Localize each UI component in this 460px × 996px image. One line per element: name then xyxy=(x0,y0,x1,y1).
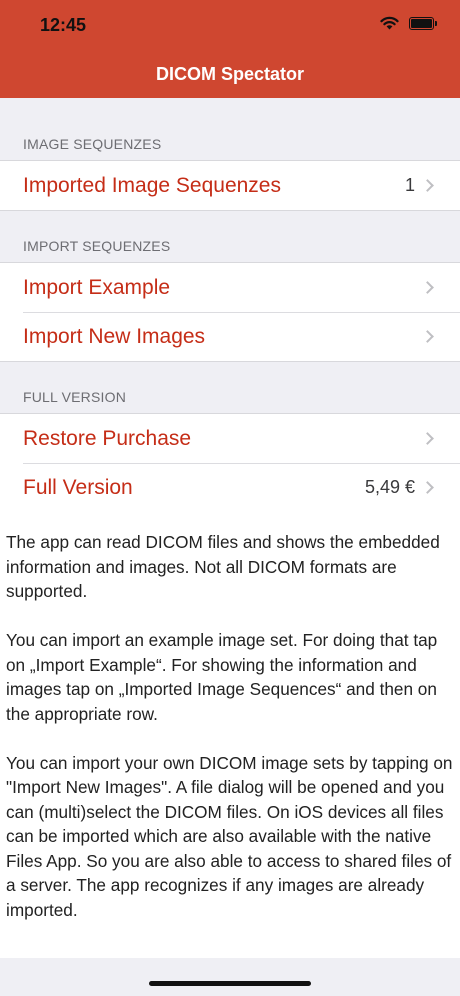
page-title: DICOM Spectator xyxy=(155,64,305,84)
chevron-right-icon xyxy=(421,281,434,294)
import-sequenzes-group: Import Example Import New Images xyxy=(0,262,460,362)
chevron-right-icon xyxy=(421,179,434,192)
chevron-right-icon xyxy=(421,481,434,494)
import-new-images-row[interactable]: Import New Images xyxy=(0,312,460,361)
status-icons xyxy=(380,16,437,30)
full-version-row[interactable]: Full Version 5,49 € xyxy=(0,463,460,512)
info-text-area: The app can read DICOM files and shows t… xyxy=(0,510,460,958)
chevron-right-icon xyxy=(421,330,434,343)
imported-image-sequenzes-row[interactable]: Imported Image Sequenzes 1 xyxy=(0,161,460,210)
section-header-full-version: FULL VERSION xyxy=(23,389,127,405)
section-header-import-sequenzes: IMPORT SEQUENZES xyxy=(23,238,171,254)
sequence-count: 1 xyxy=(404,175,415,195)
section-header-image-sequenzes: IMAGE SEQUENZES xyxy=(23,136,162,152)
row-label: Import Example xyxy=(23,275,171,299)
price-label: 5,49 € xyxy=(364,477,415,497)
info-paragraph: You can import your own DICOM image sets… xyxy=(6,752,453,920)
battery-icon xyxy=(409,16,437,30)
image-sequenzes-group: Imported Image Sequenzes 1 xyxy=(0,160,460,211)
restore-purchase-row[interactable]: Restore Purchase xyxy=(0,414,460,463)
import-example-row[interactable]: Import Example xyxy=(0,263,460,312)
navigation-bar: 12:45 DICOM Spectator xyxy=(0,0,460,98)
full-version-group: Restore Purchase Full Version 5,49 € xyxy=(0,413,460,513)
row-label: Imported Image Sequenzes xyxy=(23,173,281,197)
home-indicator[interactable] xyxy=(149,981,311,986)
chevron-right-icon xyxy=(421,432,434,445)
info-paragraph: You can import an example image set. For… xyxy=(6,630,438,724)
row-label: Full Version xyxy=(23,475,133,499)
status-time: 12:45 xyxy=(40,15,87,35)
wifi-icon xyxy=(380,16,399,30)
row-label: Restore Purchase xyxy=(23,426,192,450)
row-label: Import New Images xyxy=(23,324,206,348)
info-paragraph: The app can read DICOM files and shows t… xyxy=(6,532,440,601)
